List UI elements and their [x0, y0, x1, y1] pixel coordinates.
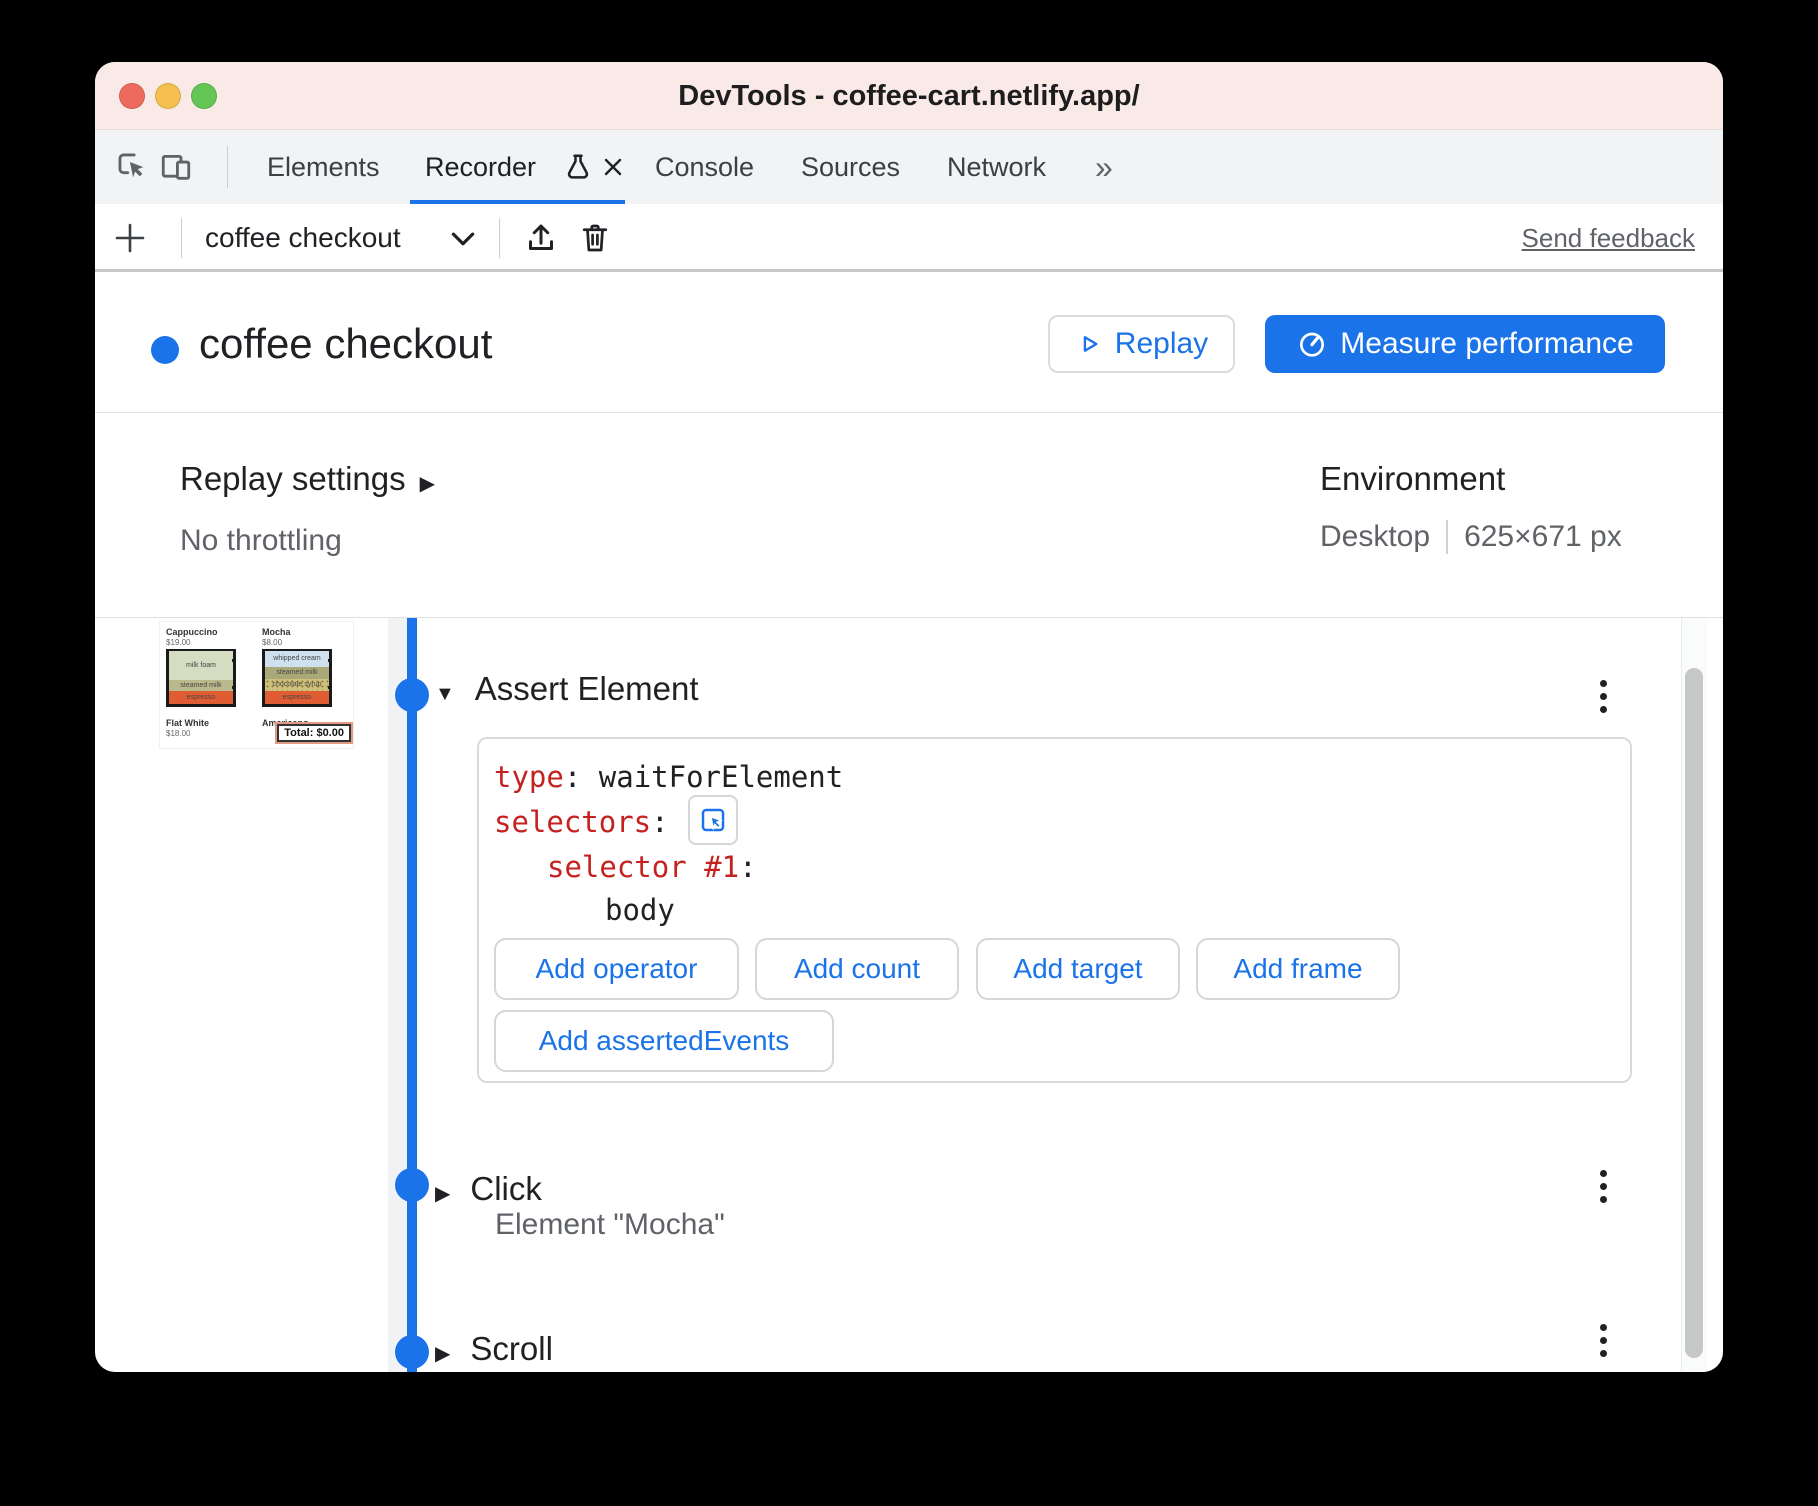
code-line-type[interactable]: type: waitForElement: [494, 757, 843, 797]
divider: [499, 218, 500, 258]
add-count-button[interactable]: Add count: [755, 938, 959, 1000]
divider: [95, 412, 1723, 413]
timeline-line: [407, 618, 417, 1372]
timeline-dot: [395, 1335, 429, 1369]
tab-network[interactable]: Network: [947, 130, 1046, 204]
timeline-dot: [395, 678, 429, 712]
inspect-icon[interactable]: [115, 150, 149, 189]
window-title: DevTools - coffee-cart.netlify.app/: [95, 62, 1723, 130]
scrollbar-track: [1681, 618, 1707, 1372]
timeline-dot: [395, 1168, 429, 1202]
expand-triangle-icon: [420, 460, 435, 498]
recording-title: coffee checkout: [199, 320, 492, 368]
cappuccino-cup: milk foam steamed milk espresso: [166, 649, 236, 707]
chevron-down-icon: [451, 232, 475, 252]
title-bar: DevTools - coffee-cart.netlify.app/: [95, 62, 1723, 130]
close-recorder-tab-icon[interactable]: [601, 155, 625, 184]
minimize-window-button[interactable]: [155, 83, 181, 109]
select-element-icon: [698, 805, 728, 835]
step-scroll-header[interactable]: Scroll: [435, 1330, 553, 1368]
device-value: Desktop: [1320, 520, 1430, 554]
throttling-value: No throttling: [180, 524, 342, 558]
devtools-tab-bar: Elements Recorder Console Sources Networ…: [95, 130, 1723, 204]
step-menu-kebab-icon[interactable]: [1600, 1170, 1607, 1203]
divider: [95, 617, 1723, 618]
expand-triangle-icon: [435, 1170, 450, 1208]
step-menu-kebab-icon[interactable]: [1600, 1324, 1607, 1357]
tab-console[interactable]: Console: [655, 130, 754, 204]
step-menu-kebab-icon[interactable]: [1600, 680, 1607, 713]
recorder-toolbar: coffee checkout Send feedback: [95, 204, 1723, 272]
recording-select-label: coffee checkout: [205, 204, 401, 272]
close-window-button[interactable]: [119, 83, 145, 109]
step-click-detail: Element "Mocha": [495, 1208, 725, 1242]
tab-recorder[interactable]: Recorder: [425, 130, 536, 204]
step-title: Click: [470, 1170, 542, 1208]
recording-select[interactable]: coffee checkout: [95, 204, 495, 272]
add-frame-button[interactable]: Add frame: [1196, 938, 1400, 1000]
environment-values: Desktop 625×671 px: [1320, 520, 1622, 554]
flask-icon: [563, 152, 593, 187]
add-assertedevents-button[interactable]: Add assertedEvents: [494, 1010, 834, 1072]
add-operator-button[interactable]: Add operator: [494, 938, 739, 1000]
device-toolbar-icon[interactable]: [159, 150, 193, 189]
step-editor: type: waitForElement selectors: selector…: [477, 737, 1632, 1083]
devtools-window: DevTools - coffee-cart.netlify.app/ Elem…: [95, 62, 1723, 1372]
divider: [227, 146, 228, 188]
step-title: Scroll: [470, 1330, 553, 1368]
select-element-button[interactable]: [688, 795, 738, 845]
recording-status-dot: [151, 336, 179, 364]
code-line-selectors[interactable]: selectors:: [494, 802, 669, 842]
timeline-gutter: [388, 618, 407, 1372]
cart-total-badge: Total: $0.00: [277, 724, 351, 742]
scrollbar-thumb[interactable]: [1685, 668, 1703, 1358]
mocha-cup: whipped cream steamed milk chocolate syr…: [262, 649, 332, 707]
add-target-button[interactable]: Add target: [976, 938, 1180, 1000]
viewport-value: 625×671 px: [1464, 520, 1622, 554]
collapse-triangle-icon: [435, 670, 455, 708]
tab-elements[interactable]: Elements: [267, 130, 380, 204]
export-recording-icon[interactable]: [523, 220, 559, 261]
more-tabs-icon[interactable]: »: [1095, 130, 1113, 204]
replay-settings-toggle[interactable]: Replay settings: [180, 460, 435, 498]
tab-sources[interactable]: Sources: [801, 130, 900, 204]
code-line-selector1-value[interactable]: body: [605, 890, 675, 930]
step-screenshot-thumbnail[interactable]: Cappuccino $19.00 Mocha $8.00 milk foam …: [160, 622, 353, 748]
play-icon: [1075, 330, 1103, 358]
send-feedback-link[interactable]: Send feedback: [1522, 204, 1695, 272]
expand-triangle-icon: [435, 1330, 450, 1368]
environment-heading: Environment: [1320, 460, 1505, 498]
measure-performance-button[interactable]: Measure performance: [1265, 315, 1665, 373]
code-line-selector1[interactable]: selector #1:: [547, 847, 757, 887]
divider: [1446, 520, 1448, 554]
step-assert-element-header[interactable]: Assert Element: [435, 670, 699, 708]
delete-recording-icon[interactable]: [577, 220, 613, 261]
step-click-header[interactable]: Click: [435, 1170, 542, 1208]
maximize-window-button[interactable]: [191, 83, 217, 109]
step-title: Assert Element: [475, 670, 699, 708]
speedometer-icon: [1296, 328, 1328, 360]
replay-button[interactable]: Replay: [1048, 315, 1235, 373]
